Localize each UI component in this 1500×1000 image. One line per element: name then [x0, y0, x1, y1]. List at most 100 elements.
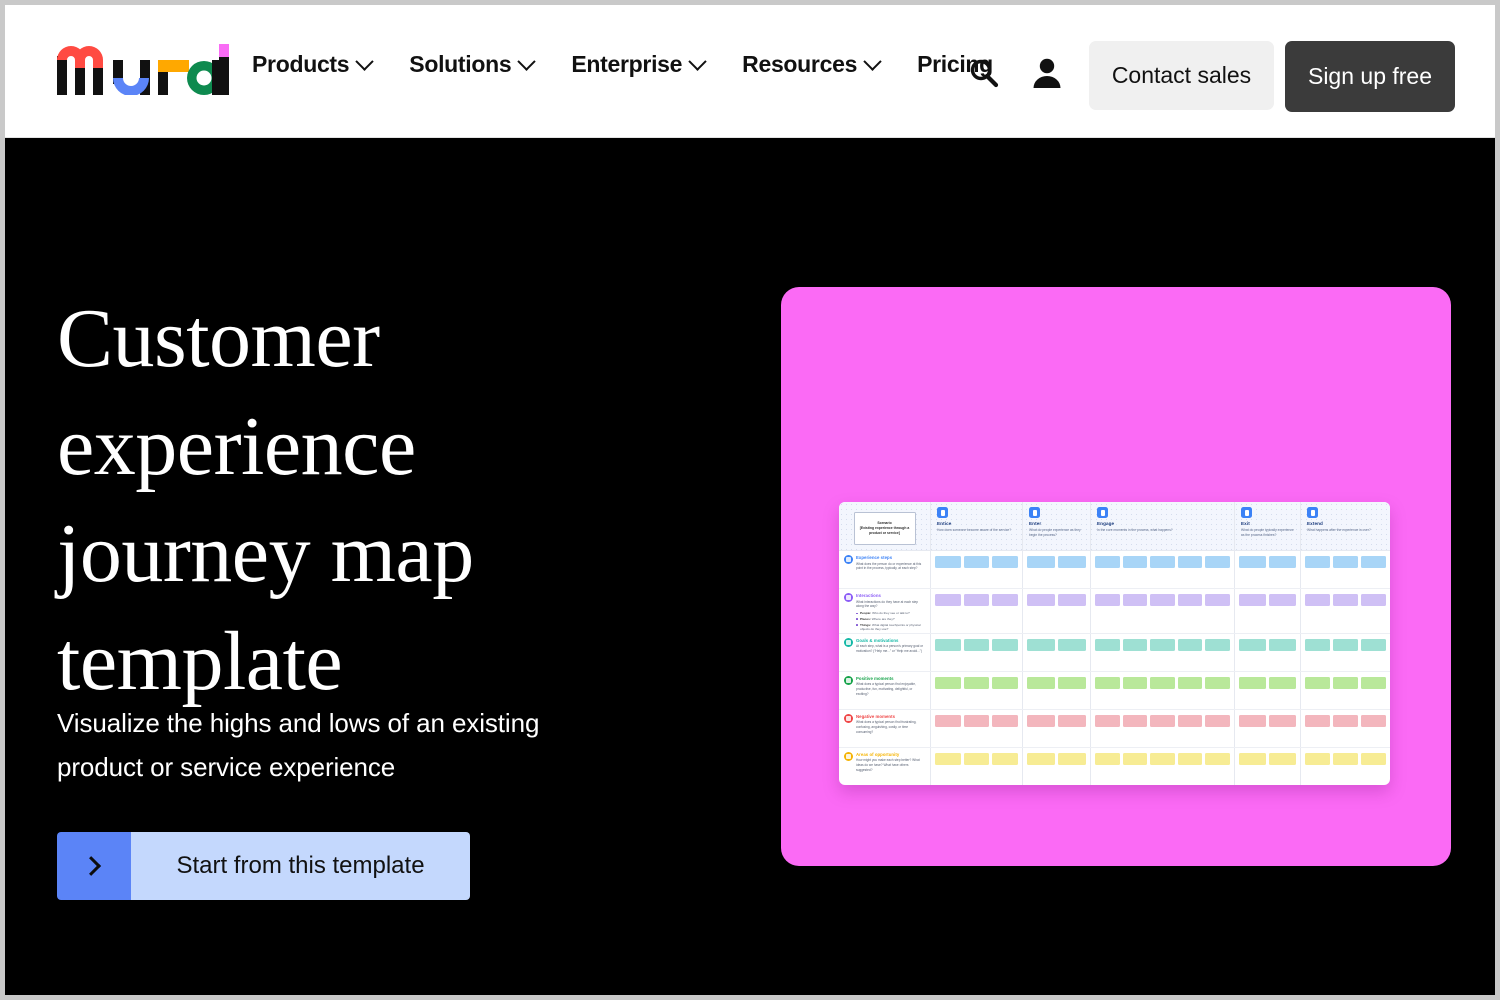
- sticky-note[interactable]: [1333, 714, 1358, 727]
- sticky-note[interactable]: [1361, 594, 1386, 606]
- sticky-note[interactable]: [1205, 638, 1230, 651]
- sticky-note[interactable]: [1058, 714, 1086, 727]
- board-cell-exit[interactable]: [1235, 747, 1301, 785]
- board-cell-exit[interactable]: [1235, 589, 1301, 633]
- template-preview[interactable]: Scenario [Existing experience through a …: [781, 287, 1451, 866]
- sticky-note[interactable]: [1269, 752, 1296, 765]
- sticky-note[interactable]: [1027, 638, 1055, 651]
- sticky-note[interactable]: [992, 638, 1019, 651]
- sticky-note[interactable]: [963, 556, 990, 568]
- sticky-note[interactable]: [1150, 556, 1175, 568]
- board-cell-engage[interactable]: [1091, 671, 1235, 709]
- sticky-note[interactable]: [1027, 714, 1055, 727]
- nav-item-products[interactable]: Products: [252, 52, 374, 76]
- board-cell-extend[interactable]: [1301, 672, 1390, 709]
- sticky-note[interactable]: [963, 638, 990, 651]
- sticky-note[interactable]: [935, 752, 961, 765]
- sticky-note[interactable]: [1205, 556, 1230, 568]
- sticky-note[interactable]: [1095, 594, 1120, 606]
- sticky-note[interactable]: [963, 594, 990, 606]
- sticky-note[interactable]: [1269, 638, 1296, 651]
- sticky-note[interactable]: [1361, 714, 1386, 727]
- sticky-note[interactable]: [963, 752, 990, 765]
- sticky-note[interactable]: [1027, 556, 1055, 568]
- sticky-note[interactable]: [1333, 556, 1358, 568]
- sticky-note[interactable]: [1027, 676, 1055, 689]
- sticky-note[interactable]: [1269, 714, 1296, 727]
- sticky-note[interactable]: [935, 676, 961, 689]
- board-cell-engage[interactable]: [1091, 633, 1235, 671]
- sticky-note[interactable]: [1177, 676, 1203, 689]
- sticky-note[interactable]: [1333, 594, 1358, 606]
- sticky-note[interactable]: [1205, 594, 1230, 606]
- sticky-note[interactable]: [1058, 676, 1086, 689]
- sticky-note[interactable]: [1305, 714, 1330, 727]
- sticky-note[interactable]: [1305, 556, 1330, 568]
- sticky-note[interactable]: [1205, 676, 1230, 689]
- sticky-note[interactable]: [1305, 752, 1330, 765]
- board-cell-entice[interactable]: [931, 709, 1023, 747]
- board-cell-exit[interactable]: [1235, 633, 1301, 671]
- board-cell-extend[interactable]: [1301, 589, 1390, 633]
- board-cell-extend[interactable]: [1301, 710, 1390, 747]
- sticky-note[interactable]: [1095, 752, 1120, 765]
- board-cell-enter[interactable]: [1023, 633, 1091, 671]
- sticky-note[interactable]: [1333, 752, 1358, 765]
- sticky-note[interactable]: [1205, 714, 1230, 727]
- sticky-note[interactable]: [1177, 594, 1203, 606]
- sticky-note[interactable]: [935, 638, 961, 651]
- sign-up-free-button[interactable]: Sign up free: [1285, 41, 1455, 112]
- sticky-note[interactable]: [963, 676, 990, 689]
- board-cell-exit[interactable]: [1235, 709, 1301, 747]
- sticky-note[interactable]: [1095, 676, 1120, 689]
- sticky-note[interactable]: [935, 714, 961, 727]
- contact-sales-button[interactable]: Contact sales: [1089, 41, 1274, 110]
- sticky-note[interactable]: [1058, 594, 1086, 606]
- nav-item-solutions[interactable]: Solutions: [409, 52, 537, 76]
- mural-logo[interactable]: [57, 38, 229, 95]
- sticky-note[interactable]: [1361, 752, 1386, 765]
- sticky-note[interactable]: [1333, 676, 1358, 689]
- sticky-note[interactable]: [935, 594, 961, 606]
- sticky-note[interactable]: [992, 752, 1019, 765]
- board-cell-entice[interactable]: [931, 589, 1023, 633]
- sticky-note[interactable]: [992, 556, 1019, 568]
- sticky-note[interactable]: [1150, 752, 1175, 765]
- sticky-note[interactable]: [992, 594, 1019, 606]
- board-cell-enter[interactable]: [1023, 671, 1091, 709]
- sticky-note[interactable]: [1239, 714, 1266, 727]
- board-cell-entice[interactable]: [931, 671, 1023, 709]
- sticky-note[interactable]: [1122, 676, 1148, 689]
- sticky-note[interactable]: [1122, 594, 1148, 606]
- start-from-template-button[interactable]: Start from this template: [57, 832, 470, 900]
- sticky-note[interactable]: [1058, 638, 1086, 651]
- sticky-note[interactable]: [1122, 752, 1148, 765]
- sticky-note[interactable]: [1361, 676, 1386, 689]
- sticky-note[interactable]: [1150, 594, 1175, 606]
- search-icon[interactable]: [968, 57, 1000, 89]
- sticky-note[interactable]: [1269, 556, 1296, 568]
- sticky-note[interactable]: [1239, 638, 1266, 651]
- sticky-note[interactable]: [992, 676, 1019, 689]
- sticky-note[interactable]: [1058, 752, 1086, 765]
- sticky-note[interactable]: [1361, 638, 1386, 651]
- board-cell-exit[interactable]: [1235, 671, 1301, 709]
- sticky-note[interactable]: [1027, 594, 1055, 606]
- board-cell-extend[interactable]: [1301, 634, 1390, 671]
- sticky-note[interactable]: [1305, 676, 1330, 689]
- sticky-note[interactable]: [1333, 638, 1358, 651]
- sticky-note[interactable]: [1058, 556, 1086, 568]
- board-cell-engage[interactable]: [1091, 747, 1235, 785]
- nav-item-resources[interactable]: Resources: [742, 52, 882, 76]
- board-cell-enter[interactable]: [1023, 589, 1091, 633]
- board-cell-entice[interactable]: [931, 551, 1023, 588]
- sticky-note[interactable]: [1150, 676, 1175, 689]
- sticky-note[interactable]: [1027, 752, 1055, 765]
- sticky-note[interactable]: [1177, 556, 1203, 568]
- sticky-note[interactable]: [1177, 714, 1203, 727]
- sticky-note[interactable]: [1239, 676, 1266, 689]
- board-cell-enter[interactable]: [1023, 709, 1091, 747]
- sticky-note[interactable]: [1095, 638, 1120, 651]
- board-cell-entice[interactable]: [931, 633, 1023, 671]
- sticky-note[interactable]: [1095, 714, 1120, 727]
